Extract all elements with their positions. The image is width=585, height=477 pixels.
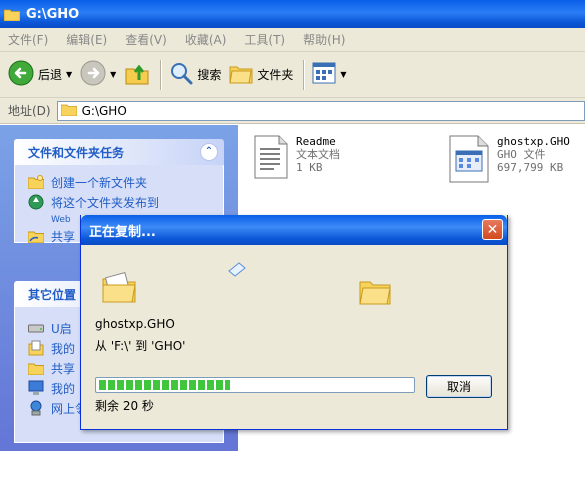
views-button[interactable]: ▼ xyxy=(312,57,347,93)
source-folder-icon xyxy=(101,269,137,308)
file-type: GHO 文件 xyxy=(497,148,546,161)
file-name: Readme xyxy=(296,135,336,148)
flying-document-icon xyxy=(227,261,247,280)
collapse-chevron-icon[interactable]: ⌃ xyxy=(200,143,218,161)
publish-web-icon xyxy=(27,194,45,210)
forward-dropdown-icon[interactable]: ▼ xyxy=(110,70,116,79)
folders-label: 文件夹 xyxy=(257,68,294,82)
time-remaining: 剩余 20 秒 xyxy=(95,399,154,413)
place-label: 共享 xyxy=(51,362,76,376)
toolbar-separator xyxy=(303,59,305,90)
address-value: G:\GHO xyxy=(81,103,127,118)
forward-button[interactable]: ▼ xyxy=(80,57,116,93)
folder-icon xyxy=(4,8,20,21)
folders-icon xyxy=(229,62,253,87)
place-label: 我的 xyxy=(51,342,76,356)
gho-file-icon xyxy=(449,135,489,186)
toolbar-separator xyxy=(160,59,162,90)
views-icon xyxy=(312,62,336,87)
search-icon xyxy=(169,61,193,88)
copy-filename: ghostxp.GHO xyxy=(95,317,175,331)
folders-button[interactable]: 文件夹 xyxy=(229,57,293,93)
views-dropdown-icon[interactable]: ▼ xyxy=(340,70,346,79)
folder-up-icon xyxy=(124,60,150,89)
task-label: 将这个文件夹发布到 xyxy=(51,196,160,210)
explorer-window: G:\GHO 文件(F) 编辑(E) 查看(V) 收藏(A) 工具(T) 帮助(… xyxy=(0,0,585,451)
other-places-title: 其它位置 xyxy=(28,287,77,302)
file-name: ghostxp.GHO xyxy=(497,135,570,148)
address-label: 地址(D) xyxy=(8,104,51,118)
my-documents-icon xyxy=(27,340,45,356)
menu-help[interactable]: 帮助(H) xyxy=(303,31,345,48)
file-size: 1 KB xyxy=(296,161,323,174)
title-bar[interactable]: G:\GHO xyxy=(0,0,585,28)
menu-view[interactable]: 查看(V) xyxy=(125,31,167,48)
menu-favorites[interactable]: 收藏(A) xyxy=(185,31,227,48)
copy-progress-bar xyxy=(95,377,415,393)
back-arrow-icon xyxy=(8,60,34,89)
drive-icon xyxy=(27,320,45,336)
window-title: G:\GHO xyxy=(26,6,80,22)
task-label: 创建一个新文件夹 xyxy=(51,176,148,190)
menu-bar: 文件(F) 编辑(E) 查看(V) 收藏(A) 工具(T) 帮助(H) xyxy=(0,28,585,52)
file-tasks-header[interactable]: 文件和文件夹任务 ⌃ xyxy=(14,139,224,165)
file-item[interactable]: ghostxp.GHO GHO 文件 697,799 KB xyxy=(449,135,570,186)
progress-fill xyxy=(99,380,231,390)
back-button[interactable]: 后退 ▼ xyxy=(8,57,72,93)
dialog-body: ghostxp.GHO 从 'F:\' 到 'GHO' 剩余 20 秒 取消 xyxy=(81,245,507,430)
destination-folder-icon xyxy=(359,277,391,308)
forward-arrow-icon xyxy=(80,60,106,89)
up-button[interactable] xyxy=(124,57,150,93)
toolbar: 后退 ▼ ▼ 搜索 文件夹 ▼ xyxy=(0,52,585,98)
menu-tools[interactable]: 工具(T) xyxy=(244,31,285,48)
network-icon xyxy=(27,400,45,416)
search-button[interactable]: 搜索 xyxy=(169,57,221,93)
address-input[interactable]: G:\GHO xyxy=(56,100,585,121)
dialog-title: 正在复制... xyxy=(89,224,156,240)
address-bar: 地址(D) G:\GHO xyxy=(0,98,585,124)
copy-from-to: 从 'F:\' 到 'GHO' xyxy=(95,339,186,353)
menu-edit[interactable]: 编辑(E) xyxy=(66,31,107,48)
place-label: U启 xyxy=(51,322,72,336)
cancel-button[interactable]: 取消 xyxy=(426,375,492,398)
my-computer-icon xyxy=(27,380,45,396)
back-label: 后退 xyxy=(38,68,63,82)
search-label: 搜索 xyxy=(197,68,222,82)
task-label: 共享 xyxy=(51,230,76,244)
menu-file[interactable]: 文件(F) xyxy=(8,31,48,48)
text-document-icon xyxy=(254,135,288,182)
dialog-title-bar[interactable]: 正在复制... ✕ xyxy=(81,215,507,245)
file-item[interactable]: Readme 文本文档 1 KB xyxy=(254,135,340,182)
close-icon[interactable]: ✕ xyxy=(482,219,503,240)
copy-dialog: 正在复制... ✕ ghostxp.GHO 从 'F:\' 到 'GHO' 剩余… xyxy=(80,215,508,430)
shared-folder-icon xyxy=(27,360,45,376)
file-size: 697,799 KB xyxy=(497,161,564,174)
folder-icon xyxy=(60,103,78,119)
task-sublabel: Web xyxy=(51,215,71,225)
place-label: 我的 xyxy=(51,382,76,396)
file-type: 文本文档 xyxy=(296,148,340,161)
new-folder-icon xyxy=(27,174,45,190)
share-folder-icon xyxy=(27,228,45,244)
task-new-folder[interactable]: 创建一个新文件夹 xyxy=(27,174,215,191)
back-dropdown-icon[interactable]: ▼ xyxy=(66,70,72,79)
file-tasks-title: 文件和文件夹任务 xyxy=(28,145,125,160)
